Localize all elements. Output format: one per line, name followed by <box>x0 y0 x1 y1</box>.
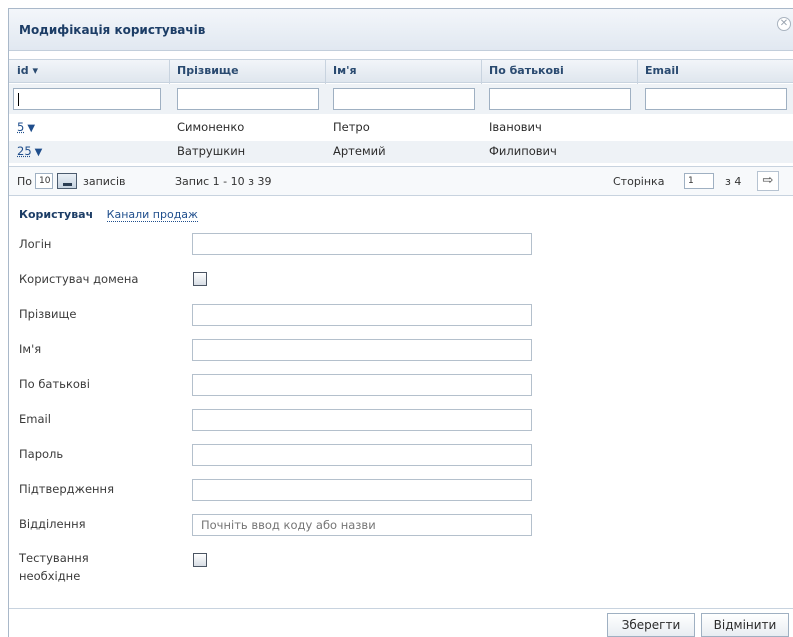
arrow-right-icon[interactable]: ⇨ <box>757 171 779 191</box>
tab-user[interactable]: Користувач <box>19 208 93 221</box>
tab-sales-channels[interactable]: Канали продаж <box>106 208 198 222</box>
filter-email-input[interactable] <box>645 88 787 110</box>
page-size-input[interactable]: 10 <box>35 173 53 189</box>
grid-filter-row <box>9 84 793 114</box>
domain-user-label: Користувач домена <box>19 272 139 286</box>
chevron-down-icon[interactable]: ▼ <box>35 147 43 158</box>
filter-surname-input[interactable] <box>177 88 319 110</box>
password-field[interactable] <box>192 444 532 466</box>
table-row[interactable]: 5 ▼ Симоненко Петро Іванович <box>9 117 793 139</box>
column-divider <box>325 60 326 84</box>
page-size-suffix: записів <box>83 175 126 188</box>
column-header-surname[interactable]: Прізвище <box>177 64 239 77</box>
patronymic-label: По батькові <box>19 377 90 391</box>
row-id-link[interactable]: 25 <box>17 144 32 158</box>
page-size-prefix: По <box>17 175 33 188</box>
close-icon[interactable]: ✕ <box>777 17 791 31</box>
table-row[interactable]: 25 ▼ Ватрушкин Артемий Филипович <box>9 141 793 163</box>
column-divider <box>169 60 170 84</box>
row-name: Артемий <box>333 144 386 158</box>
email-label: Email <box>19 412 51 426</box>
filter-id-input[interactable] <box>13 88 161 110</box>
dialog-footer: Зберегти Відмінити <box>9 608 793 637</box>
save-button[interactable]: Зберегти <box>607 613 695 637</box>
row-surname: Ватрушкин <box>177 144 246 158</box>
email-field[interactable] <box>192 409 532 431</box>
column-divider <box>481 60 482 84</box>
dialog-title: Модифікація користувачів <box>19 23 206 37</box>
page-size-dropdown-icon[interactable] <box>57 173 77 189</box>
name-field[interactable] <box>192 339 532 361</box>
column-divider <box>637 60 638 84</box>
dialog-titlebar: Модифікація користувачів ✕ <box>9 9 793 51</box>
login-label: Логін <box>19 237 52 251</box>
row-id-link[interactable]: 5 <box>17 120 24 134</box>
filter-patronymic-input[interactable] <box>489 88 631 110</box>
grid-pager: По 10 записів Запис 1 - 10 з 39 Сторінка… <box>9 166 793 196</box>
page-label: Сторінка <box>613 175 665 188</box>
text-caret <box>18 93 19 106</box>
login-field[interactable] <box>192 233 532 255</box>
grid-header: id ▾ Прізвище Ім'я По батькові Email <box>9 59 793 84</box>
department-input[interactable] <box>192 514 532 536</box>
row-patronymic: Іванович <box>489 120 542 134</box>
column-header-id[interactable]: id ▾ <box>17 64 38 77</box>
surname-field[interactable] <box>192 304 532 326</box>
testing-required-label-line2: необхідне <box>19 569 81 583</box>
testing-required-checkbox[interactable] <box>193 553 207 567</box>
column-header-email[interactable]: Email <box>645 64 679 77</box>
password-label: Пароль <box>19 447 64 461</box>
chevron-down-icon[interactable]: ▼ <box>27 123 35 134</box>
page-number-input[interactable]: 1 <box>684 173 714 189</box>
confirm-password-field[interactable] <box>192 479 532 501</box>
page-count: з 4 <box>725 175 742 188</box>
form-tabs: Користувач Канали продаж <box>19 208 198 222</box>
filter-name-input[interactable] <box>333 88 475 110</box>
domain-user-checkbox[interactable] <box>193 272 207 286</box>
row-patronymic: Филипович <box>489 144 557 158</box>
column-header-name[interactable]: Ім'я <box>333 64 357 77</box>
surname-label: Прізвище <box>19 307 77 321</box>
user-edit-dialog: Модифікація користувачів ✕ id ▾ Прізвище… <box>8 8 793 637</box>
row-name: Петро <box>333 120 370 134</box>
name-label: Ім'я <box>19 342 42 356</box>
department-label: Відділення <box>19 517 86 531</box>
confirm-password-label: Підтвердження <box>19 482 114 496</box>
row-surname: Симоненко <box>177 120 245 134</box>
testing-required-label-line1: Тестування <box>19 551 89 565</box>
column-header-patronymic[interactable]: По батькові <box>489 64 564 77</box>
record-range: Запис 1 - 10 з 39 <box>175 175 272 188</box>
patronymic-field[interactable] <box>192 374 532 396</box>
cancel-button[interactable]: Відмінити <box>701 613 789 637</box>
